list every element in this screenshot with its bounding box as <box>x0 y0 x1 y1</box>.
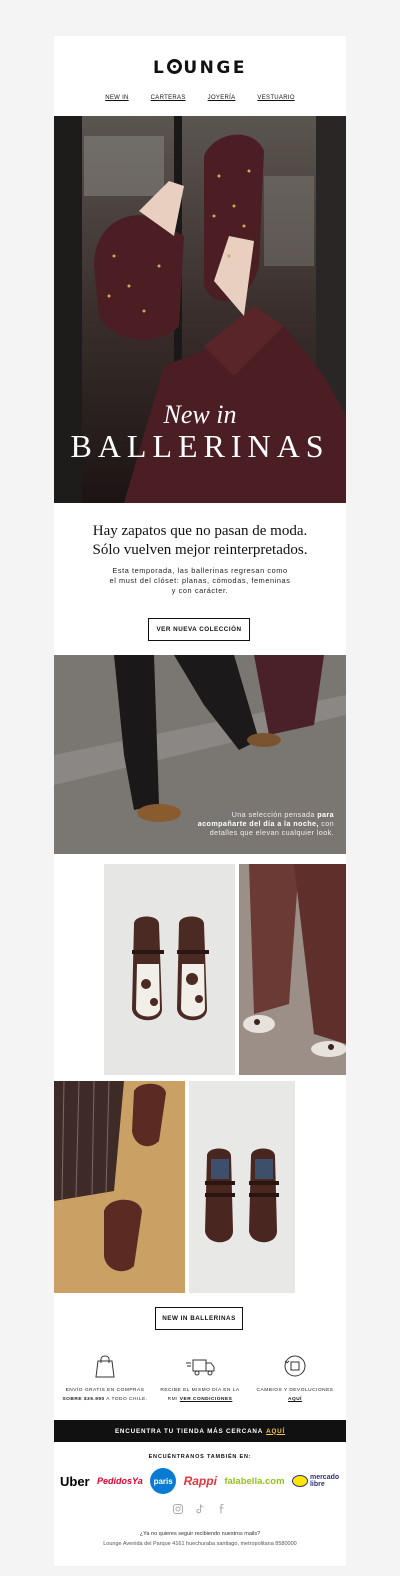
view-collection-button[interactable]: VER NUEVA COLECCIÓN <box>148 618 250 641</box>
store-locator-link[interactable]: AQUÍ <box>266 1428 285 1435</box>
returns-link[interactable]: AQUÍ <box>288 1397 302 1402</box>
mercadolibre-handshake-icon <box>291 1475 308 1487</box>
nav-item-new-in[interactable]: NEW IN <box>105 95 128 101</box>
logo-letters-unge: UNGE <box>183 58 247 78</box>
logo-letter-l: L <box>153 58 167 78</box>
shopping-bag-icon <box>95 1355 115 1378</box>
logo-o-icon <box>167 59 183 74</box>
partners-title: ENCUÉNTRANOS TAMBIÉN EN: <box>148 1454 252 1460</box>
same-day-text: RECIBE EL MISMO DÍA EN LA RM! VER CONDIC… <box>155 1386 245 1404</box>
intro-headline: Hay zapatos que no pasan de moda. Sólo v… <box>54 522 346 560</box>
hero-title-new-in: New in <box>163 400 237 429</box>
unsubscribe-link[interactable]: ¿Ya no quieres seguir recibiendo nuestro… <box>54 1531 346 1537</box>
returns-line1: CAMBIOS Y DEVOLUCIONES <box>256 1388 334 1393</box>
benefits-row: ENVÍO GRATIS EN COMPRAS SOBRE $39.990 A … <box>54 1354 346 1404</box>
footer-address: Lounge Avenida del Parque 4161 huechurab… <box>103 1541 297 1547</box>
same-day-line2: RM! <box>167 1397 180 1402</box>
brown-ballerinas-image <box>189 1081 295 1293</box>
cow-print-shoes-image <box>104 864 235 1075</box>
social-links <box>54 1504 346 1514</box>
caption-text-1: Una selección pensada <box>231 810 318 819</box>
product-photo-brown-ballerinas[interactable] <box>189 1081 295 1293</box>
free-shipping-line2: A TODO CHILE. <box>104 1397 148 1402</box>
striped-pants-image <box>54 1081 185 1293</box>
partner-falabella[interactable]: falabella.com <box>224 1476 284 1487</box>
hero-banner[interactable]: New in BALLERINAS <box>54 116 346 503</box>
partner-pedidosya[interactable]: PedidosYa <box>97 1476 143 1486</box>
benefit-same-day: RECIBE EL MISMO DÍA EN LA RM! VER CONDIC… <box>155 1354 245 1404</box>
mercadolibre-label: mercado libre <box>309 1474 340 1488</box>
lounge-logo[interactable]: L UNGE <box>54 58 346 78</box>
top-nav: NEW IN CARTERAS JOYERÍA VESTUARIO <box>54 95 346 101</box>
lifestyle-photo-striped-pants[interactable] <box>54 1081 185 1293</box>
intro-body: Esta temporada, las ballerinas regresan … <box>109 566 291 595</box>
partners-row: Uber PedidosYa paris Rappi falabella.com… <box>54 1468 346 1494</box>
nav-item-carteras[interactable]: CARTERAS <box>151 95 186 101</box>
lifestyle-photo-burgundy-pants[interactable] <box>239 864 346 1075</box>
partner-rappi[interactable]: Rappi <box>184 1474 217 1488</box>
free-shipping-amount: SOBRE $39.990 <box>62 1397 105 1402</box>
burgundy-pants-image <box>239 864 346 1075</box>
benefit-free-shipping: ENVÍO GRATIS EN COMPRAS SOBRE $39.990 A … <box>60 1354 150 1404</box>
same-day-line1: RECIBE EL MISMO DÍA EN LA <box>160 1388 240 1393</box>
partner-mercadolibre[interactable]: mercado libre <box>291 1474 340 1488</box>
nav-item-vestuario[interactable]: VESTUARIO <box>257 95 294 101</box>
free-shipping-line1: ENVÍO GRATIS EN COMPRAS <box>65 1388 145 1393</box>
headline-line-2: Sólo vuelven mejor reinterpretados. <box>92 542 308 558</box>
instagram-icon[interactable] <box>173 1504 183 1514</box>
new-in-ballerinas-button[interactable]: NEW IN BALLERINAS <box>155 1307 243 1330</box>
headline-line-1: Hay zapatos que no pasan de moda. <box>92 523 308 539</box>
exchange-box-icon <box>284 1355 306 1377</box>
partner-paris[interactable]: paris <box>150 1468 177 1494</box>
benefit-returns: CAMBIOS Y DEVOLUCIONES AQUÍ <box>250 1354 340 1404</box>
nav-item-joyeria[interactable]: JOYERÍA <box>208 95 236 101</box>
delivery-truck-icon <box>186 1359 215 1376</box>
hero-title-ballerinas: BALLERINAS <box>70 428 330 464</box>
store-locator-text: ENCUENTRA TU TIENDA MÁS CERCANA <box>114 1427 264 1435</box>
partner-uber[interactable]: Uber <box>60 1474 90 1489</box>
store-locator-bar[interactable]: ENCUENTRA TU TIENDA MÁS CERCANA AQUÍ <box>54 1420 346 1442</box>
tiktok-icon[interactable] <box>195 1504 205 1514</box>
product-photo-cow-print[interactable] <box>104 864 235 1075</box>
view-conditions-link[interactable]: VER CONDICIONES <box>180 1397 233 1402</box>
free-shipping-text: ENVÍO GRATIS EN COMPRAS SOBRE $39.990 A … <box>60 1386 150 1404</box>
returns-text: CAMBIOS Y DEVOLUCIONES AQUÍ <box>250 1386 340 1404</box>
facebook-icon[interactable] <box>217 1504 227 1514</box>
email-container: L UNGE NEW IN CARTERAS JOYERÍA VESTUARIO <box>54 36 346 1566</box>
street-style-caption: Una selección pensada para acompañarte d… <box>194 810 334 837</box>
